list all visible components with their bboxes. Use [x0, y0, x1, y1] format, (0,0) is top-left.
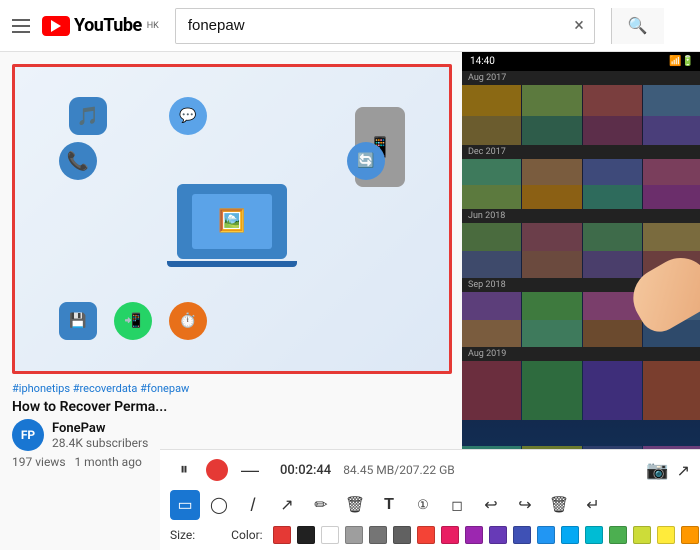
sync-icon: 🔄 — [347, 142, 385, 180]
laptop-screen: 🖼️ — [192, 194, 272, 249]
laptop-icon: 🖼️ — [177, 184, 287, 259]
timeline-dec2017: Dec 2017 — [462, 145, 700, 159]
phone-status-bar: 14:40 📶🔋 — [462, 52, 700, 71]
video-thumbnail[interactable]: 🎵 💬 📞 🖼️ 📱 🔄 💾 📲 ⏱️ — [12, 64, 452, 374]
time-display: 00:02:44 — [280, 463, 331, 478]
tool-redo[interactable]: ↪ — [510, 490, 540, 520]
color-deep-purple[interactable] — [489, 526, 507, 544]
tool-exit[interactable]: ↵ — [578, 490, 608, 520]
color-orange[interactable] — [681, 526, 699, 544]
phone-icon: 📞 — [59, 142, 97, 180]
color-yellow[interactable] — [657, 526, 675, 544]
color-indigo[interactable] — [513, 526, 531, 544]
tool-pen[interactable]: ✏ — [306, 490, 336, 520]
timeline-jun2018: Jun 2018 — [462, 209, 700, 223]
color-bright-red[interactable] — [417, 526, 435, 544]
color-blue[interactable] — [537, 526, 555, 544]
tool-line[interactable]: / — [238, 490, 268, 520]
channel-subs: 28.4K subscribers — [52, 436, 148, 450]
size-color-controls: Size: Color: — [170, 526, 690, 544]
color-red[interactable] — [273, 526, 291, 544]
youtube-wordmark: YouTube — [74, 15, 142, 36]
menu-button[interactable] — [12, 19, 30, 33]
timeline-aug2019: Aug 2019 — [462, 347, 700, 361]
share-button[interactable]: ↗ — [677, 461, 690, 480]
search-button[interactable]: 🔍 — [611, 8, 664, 44]
time-ago: 1 month ago — [74, 455, 141, 469]
video-title[interactable]: How to Recover Perma... — [12, 399, 452, 415]
youtube-icon — [42, 16, 70, 36]
channel-avatar[interactable]: FP — [12, 419, 44, 451]
chat-icon: 💬 — [169, 97, 207, 135]
youtube-logo[interactable]: YouTube HK — [42, 15, 159, 36]
tool-rectangle[interactable]: ▭ — [170, 490, 200, 520]
clear-button[interactable]: × — [564, 15, 594, 36]
whatsapp-icon: 📲 — [114, 302, 152, 340]
record-button[interactable] — [206, 459, 228, 481]
tool-eraser[interactable]: ◻ — [442, 490, 472, 520]
color-lime[interactable] — [633, 526, 651, 544]
color-cyan[interactable] — [585, 526, 603, 544]
channel-info: FonePaw 28.4K subscribers — [52, 421, 148, 450]
clock-icon: ⏱️ — [169, 302, 207, 340]
thumbnail-info-bar: FonePaw iPhone Data Recovery Version: 8.… — [15, 371, 449, 374]
timeline-aug2017: Aug 2017 — [462, 71, 700, 85]
tool-text[interactable]: T — [374, 490, 404, 520]
channel-row: FP FonePaw 28.4K subscribers — [12, 419, 452, 451]
playback-controls: ⏸ — 00:02:44 84.45 MB/207.22 GB 📷 ↗ — [170, 456, 690, 484]
phone-time: 14:40 — [470, 56, 495, 67]
tool-undo[interactable]: ↩ — [476, 490, 506, 520]
youtube-region: HK — [147, 21, 159, 31]
tool-number[interactable]: ① — [408, 490, 438, 520]
search-bar: × — [175, 8, 595, 44]
hdd-icon: 💾 — [59, 302, 97, 340]
color-white[interactable] — [321, 526, 339, 544]
color-gray1[interactable] — [345, 526, 363, 544]
color-purple[interactable] — [465, 526, 483, 544]
camera-button[interactable]: 📷 — [646, 460, 668, 481]
tool-arrow[interactable]: ↗ — [272, 490, 302, 520]
header-left: YouTube HK — [12, 15, 159, 36]
tool-ellipse[interactable]: ◯ — [204, 490, 234, 520]
color-label: Color: — [231, 528, 262, 542]
color-black[interactable] — [297, 526, 315, 544]
drawing-tools: ▭ ◯ / ↗ ✏ 🗑 T ① ◻ ↩ ↪ 🗑 ↵ — [170, 490, 690, 520]
color-light-blue[interactable] — [561, 526, 579, 544]
app-header: YouTube HK × 🔍 — [0, 0, 700, 52]
search-input[interactable] — [176, 9, 564, 43]
color-gray2[interactable] — [369, 526, 387, 544]
color-pink[interactable] — [441, 526, 459, 544]
minus-button[interactable]: — — [236, 456, 264, 484]
pause-button[interactable]: ⏸ — [170, 456, 198, 484]
photo-grid-2 — [462, 159, 700, 209]
video-tags[interactable]: #iphonetips #recoverdata #fonepaw — [12, 382, 452, 395]
color-green[interactable] — [609, 526, 627, 544]
color-gray3[interactable] — [393, 526, 411, 544]
phone-icons: 📶🔋 — [669, 56, 694, 67]
music-icon: 🎵 — [69, 97, 107, 135]
illustration: 🎵 💬 📞 🖼️ 📱 🔄 💾 📲 ⏱️ — [39, 87, 425, 355]
view-count: 197 views — [12, 455, 66, 469]
size-label: Size: — [170, 528, 195, 542]
size-display: 84.45 MB/207.22 GB — [343, 463, 638, 477]
tool-trash[interactable]: 🗑 — [544, 490, 574, 520]
channel-name[interactable]: FonePaw — [52, 421, 148, 436]
tool-delete-mark[interactable]: 🗑 — [340, 490, 370, 520]
bottom-controls: ⏸ — 00:02:44 84.45 MB/207.22 GB 📷 ↗ ▭ ◯ … — [160, 449, 700, 550]
photo-grid-1 — [462, 85, 700, 145]
thumbnail-content: 🎵 💬 📞 🖼️ 📱 🔄 💾 📲 ⏱️ — [15, 67, 449, 371]
